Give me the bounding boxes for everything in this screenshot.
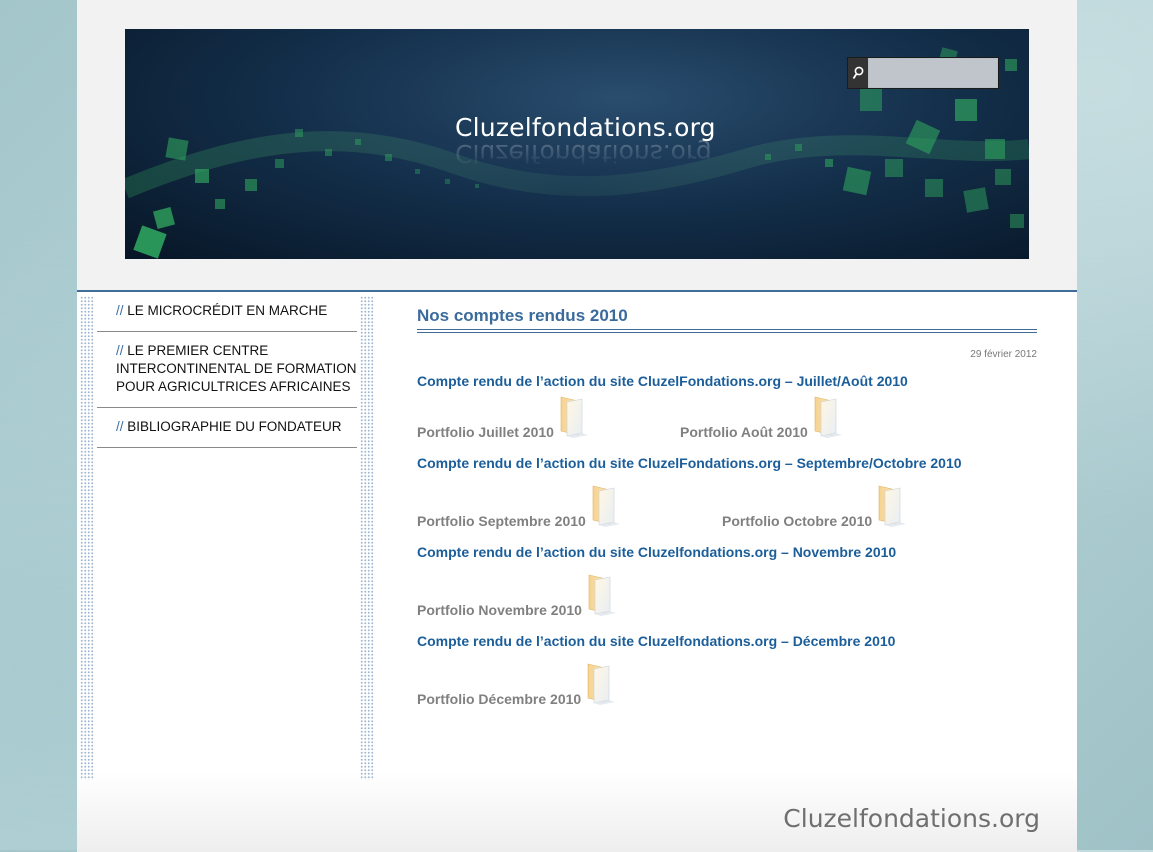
portfolio-row: Portfolio Décembre 2010	[417, 649, 1037, 707]
portfolio-row: Portfolio Septembre 2010 Portfolio Octob…	[417, 471, 1037, 529]
folder-icon	[585, 662, 619, 706]
folder-icon	[586, 573, 620, 617]
folder-icon	[812, 395, 846, 439]
portfolio-link-octobre[interactable]: Portfolio Octobre 2010	[722, 484, 910, 529]
header-banner: Cluzelfondations.org Cluzelfondations.or…	[125, 29, 1029, 259]
sidebar-item-microcredit[interactable]: // LE MICROCRÉDIT EN MARCHE	[97, 292, 357, 332]
search-button[interactable]	[848, 58, 868, 88]
portfolio-label: Portfolio Novembre 2010	[417, 602, 582, 618]
nav-slashes: //	[116, 303, 124, 318]
portfolio-row: Portfolio Juillet 2010 Portfolio Août 20…	[417, 389, 1037, 440]
sidebar-item-label: BIBLIOGRAPHIE DU FONDATEUR	[127, 419, 342, 434]
footer-logo: Cluzelfondations.org	[783, 804, 1040, 833]
portfolio-label: Portfolio Septembre 2010	[417, 513, 586, 529]
sidebar-item-training-centre[interactable]: // LE PREMIER CENTRE INTERCONTINENTAL DE…	[97, 332, 357, 408]
report-link-septembre-octobre[interactable]: Compte rendu de l’action du site CluzelF…	[417, 455, 1037, 471]
folder-icon	[558, 395, 592, 439]
report-link-juillet-aout[interactable]: Compte rendu de l’action du site CluzelF…	[417, 373, 1037, 389]
nav-slashes: //	[116, 419, 124, 434]
page-title: Nos comptes rendus 2010	[417, 306, 1037, 333]
sidebar-item-label: LE MICROCRÉDIT EN MARCHE	[127, 303, 328, 318]
portfolio-link-septembre[interactable]: Portfolio Septembre 2010	[417, 484, 624, 529]
report-link-decembre[interactable]: Compte rendu de l’action du site Cluzelf…	[417, 633, 1037, 649]
content-area: // LE MICROCRÉDIT EN MARCHE // LE PREMIE…	[77, 290, 1077, 852]
sidebar-divider-right	[360, 296, 374, 780]
search-input[interactable]	[869, 59, 997, 87]
portfolio-link-aout[interactable]: Portfolio Août 2010	[680, 395, 846, 440]
portfolio-label: Portfolio Octobre 2010	[722, 513, 873, 529]
main-content: Nos comptes rendus 2010 29 février 2012 …	[417, 292, 1037, 707]
page: Cluzelfondations.org Cluzelfondations.or…	[77, 0, 1077, 852]
post-date: 29 février 2012	[970, 349, 1037, 360]
portfolio-link-novembre[interactable]: Portfolio Novembre 2010	[417, 573, 620, 618]
search-box	[847, 57, 999, 89]
folder-icon	[876, 484, 910, 528]
portfolio-link-juillet[interactable]: Portfolio Juillet 2010	[417, 395, 592, 440]
portfolio-link-decembre[interactable]: Portfolio Décembre 2010	[417, 662, 619, 707]
sidebar-divider-left	[80, 296, 94, 780]
sidebar-item-label: LE PREMIER CENTRE INTERCONTINENTAL DE FO…	[116, 343, 357, 394]
folder-icon	[590, 484, 624, 528]
portfolio-row: Portfolio Novembre 2010	[417, 560, 1037, 618]
report-link-novembre[interactable]: Compte rendu de l’action du site Cluzelf…	[417, 544, 1037, 560]
search-icon	[852, 66, 864, 79]
nav-slashes: //	[116, 343, 124, 358]
portfolio-label: Portfolio Juillet 2010	[417, 424, 554, 440]
site-title-reflection: Cluzelfondations.org	[455, 139, 712, 168]
sidebar-nav: // LE MICROCRÉDIT EN MARCHE // LE PREMIE…	[97, 292, 357, 448]
portfolio-label: Portfolio Août 2010	[680, 424, 808, 440]
portfolio-label: Portfolio Décembre 2010	[417, 691, 582, 707]
sidebar-item-bibliography[interactable]: // BIBLIOGRAPHIE DU FONDATEUR	[97, 408, 357, 448]
site-title: Cluzelfondations.org	[455, 113, 716, 142]
